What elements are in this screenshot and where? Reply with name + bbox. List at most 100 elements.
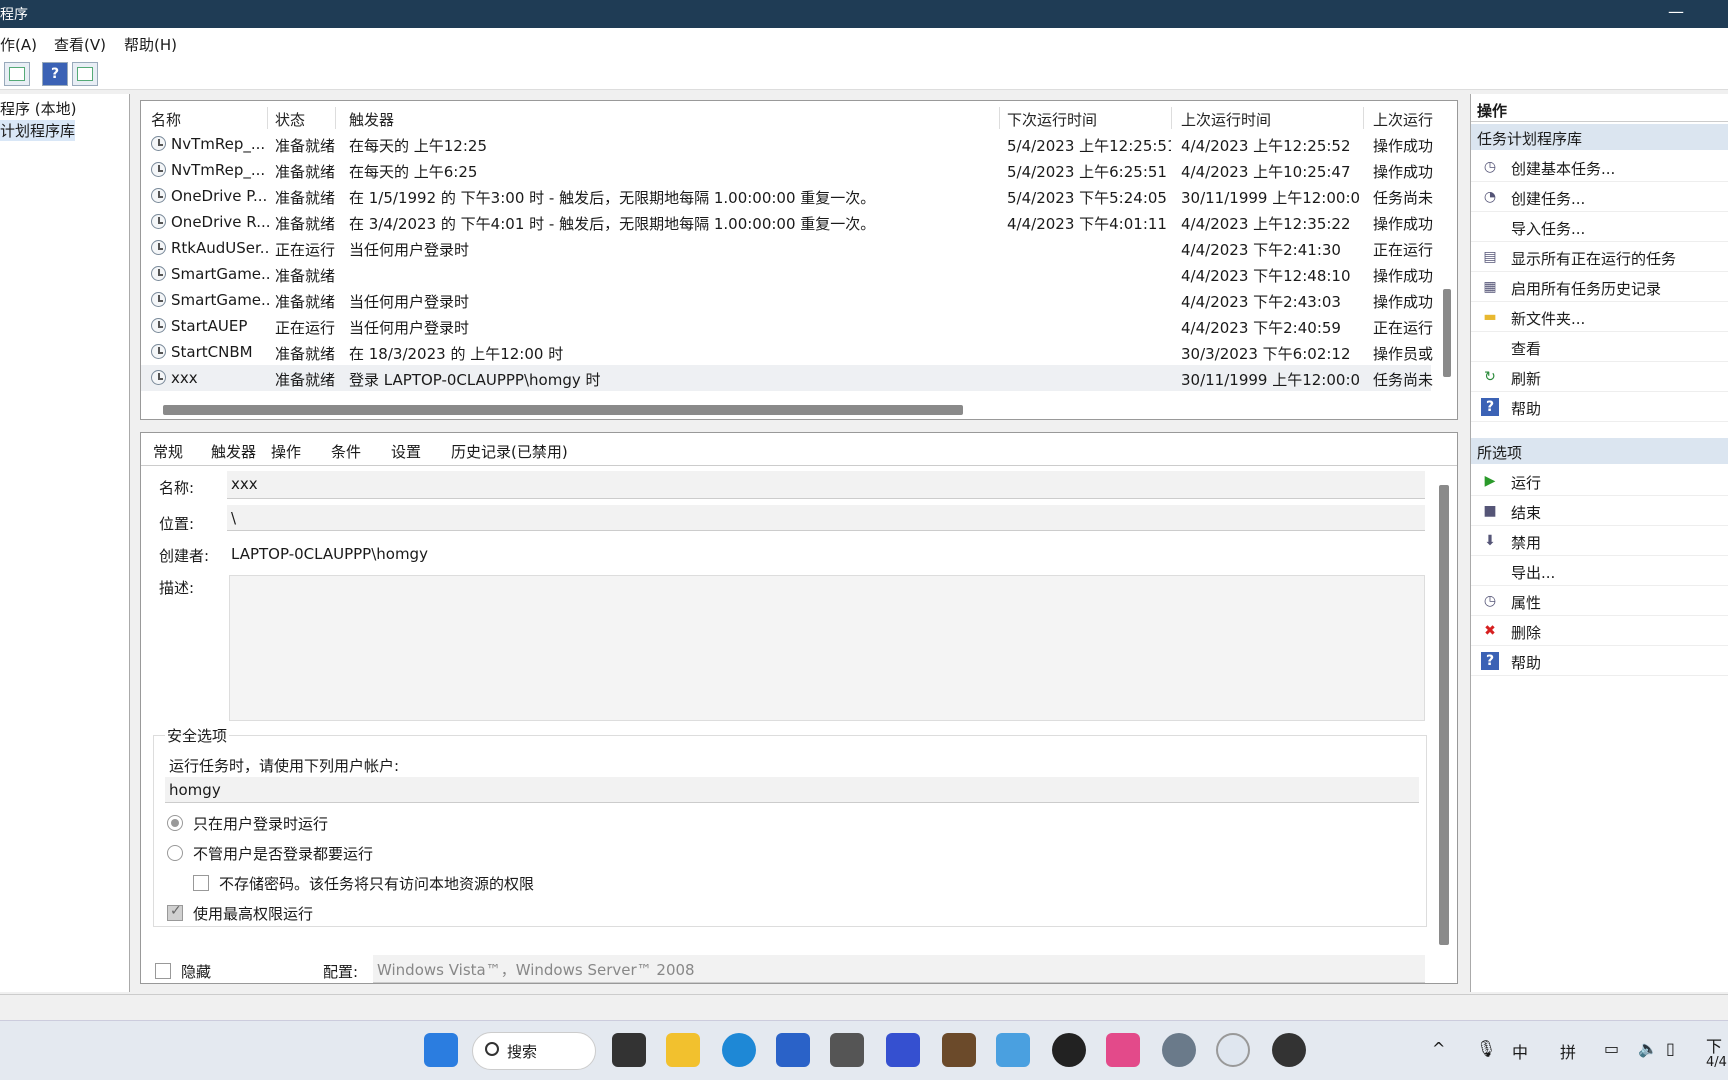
edge-icon[interactable] [722, 1033, 756, 1067]
configure-for-select[interactable]: Windows Vista™，Windows Server™ 2008 [373, 955, 1425, 983]
action-item[interactable]: ◔ 创建任务... [1471, 182, 1728, 212]
column-divider[interactable] [1171, 107, 1172, 129]
cell-next: 4/4/2023 下午4:01:11 [1007, 215, 1167, 233]
ime-mode[interactable]: 中 [1512, 1039, 1528, 1063]
chevron-up-icon[interactable]: ^ [1432, 1039, 1445, 1058]
detail-vertical-scrollbar[interactable] [1439, 485, 1449, 945]
action-item[interactable]: ▬ 新文件夹... [1471, 302, 1728, 332]
table-row[interactable]: RtkAudUSer... 正在运行 当任何用户登录时 4/4/2023 下午2:41… [141, 235, 1433, 261]
column-header-last-run[interactable]: 上次运行时间 [1181, 109, 1271, 130]
taskbar-search[interactable]: 搜索 [472, 1032, 596, 1070]
action-item[interactable]: ? 帮助 [1471, 646, 1728, 676]
actions-group-library[interactable]: 任务计划程序库 [1471, 124, 1728, 150]
tab-general[interactable]: 常规 [153, 441, 184, 462]
tree-item-task-library[interactable]: 计划程序库 [0, 120, 76, 141]
action-item[interactable]: ◷ 属性 [1471, 586, 1728, 616]
battery-icon[interactable]: ▯ [1666, 1039, 1675, 1058]
tab-actions[interactable]: 操作 [271, 441, 301, 462]
tab-settings[interactable]: 设置 [391, 441, 421, 462]
store-icon[interactable] [776, 1033, 810, 1067]
task-view-icon[interactable] [612, 1033, 646, 1067]
menu-action[interactable]: 作(A) [0, 34, 37, 55]
table-row[interactable]: OneDrive P... 准备就绪在 1/5/1992 的 下午3:00 时 -… [141, 183, 1433, 209]
column-header-last-result[interactable]: 上次运行 [1373, 109, 1439, 130]
column-divider[interactable] [335, 107, 336, 129]
settings-app-icon[interactable] [996, 1033, 1030, 1067]
table-row[interactable]: StartCNBM 准备就绪在 18/3/2023 的 上午12:00 时 30/3… [141, 339, 1433, 365]
show-hide-console-tree-button[interactable] [4, 62, 30, 86]
action-item[interactable]: ◷ 创建基本任务... [1471, 152, 1728, 182]
description-field[interactable] [229, 575, 1425, 721]
name-field[interactable]: xxx [227, 471, 1425, 499]
run-highest-privileges-checkbox[interactable] [167, 903, 183, 921]
table-row[interactable]: xxx 准备就绪 登录 LAPTOP-0CLAUPPP\homgy 时 30/11/1… [141, 365, 1433, 391]
column-header-trigger[interactable]: 触发器 [349, 109, 394, 130]
table-row[interactable]: NvTmRep_... 准备就绪 在每天的 上午12:25 5/4/2023 上午12… [141, 131, 1433, 157]
toolbar: ? [0, 58, 1728, 90]
tab-triggers[interactable]: 触发器 [211, 441, 256, 462]
help-button[interactable]: ? [42, 62, 68, 86]
cell-name: StartCNBM [171, 343, 253, 361]
action-item[interactable]: 查看 [1471, 332, 1728, 362]
column-divider[interactable] [1363, 107, 1364, 129]
tree-item-scheduler-local[interactable]: 程序 (本地) [0, 98, 76, 119]
app-icon[interactable] [1052, 1033, 1086, 1067]
table-row[interactable]: SmartGame... 准备就绪 当任何用户登录时 4/4/2023 下午2:43:… [141, 287, 1433, 313]
table-row[interactable]: SmartGame... 准备就绪 4/4/2023 下午12:48:10 操作成功 [141, 261, 1433, 287]
column-header-name[interactable]: 名称 [151, 109, 181, 130]
action-item[interactable]: ↻ 刷新 [1471, 362, 1728, 392]
title-bar: 程序 — [0, 0, 1728, 28]
ime-pinyin[interactable]: 拼 [1560, 1039, 1576, 1063]
action-label: 显示所有正在运行的任务 [1511, 250, 1677, 268]
menu-view[interactable]: 查看(V) [54, 34, 106, 55]
action-item[interactable]: ▦ 启用所有任务历史记录 [1471, 272, 1728, 302]
column-divider[interactable] [267, 107, 268, 129]
running-tasks-icon: ▤ [1483, 249, 1497, 265]
minecraft-icon[interactable] [942, 1033, 976, 1067]
action-item[interactable]: 导出... [1471, 556, 1728, 586]
task-scheduler-icon[interactable] [1216, 1033, 1250, 1067]
app-icon[interactable] [830, 1033, 864, 1067]
vertical-scrollbar[interactable] [1443, 289, 1451, 377]
action-item[interactable]: ▤ 显示所有正在运行的任务 [1471, 242, 1728, 272]
volume-icon[interactable]: 🔈 [1638, 1039, 1658, 1058]
action-item[interactable]: ✖ 删除 [1471, 616, 1728, 646]
start-icon[interactable] [424, 1033, 458, 1067]
run-only-logged-on-label: 只在用户登录时运行 [193, 815, 329, 833]
clock-time[interactable]: 下 [1706, 1033, 1722, 1057]
table-row[interactable]: NvTmRep_... 准备就绪 在每天的 上午6:25 5/4/2023 上午6:2… [141, 157, 1433, 183]
tab-conditions[interactable]: 条件 [331, 441, 361, 462]
hidden-checkbox[interactable] [155, 963, 171, 979]
column-header-next-run[interactable]: 下次运行时间 [1007, 109, 1097, 130]
app-icon[interactable] [886, 1033, 920, 1067]
table-row[interactable]: StartAUEP 正在运行 当任何用户登录时 4/4/2023 下午2:40:59 正… [141, 313, 1433, 339]
column-divider[interactable] [999, 107, 1000, 129]
tab-history[interactable]: 历史记录(已禁用) [451, 441, 568, 462]
action-item[interactable]: ▶ 运行 [1471, 466, 1728, 496]
run-only-logged-on-radio[interactable] [167, 815, 183, 831]
column-header-status[interactable]: 状态 [275, 109, 305, 130]
file-explorer-icon[interactable] [666, 1033, 700, 1067]
network-icon[interactable]: ▭ [1604, 1039, 1619, 1058]
action-item[interactable]: ■ 结束 [1471, 496, 1728, 526]
cell-status: 准备就绪 [275, 267, 336, 285]
cell-trigger: 在 3/4/2023 的 下午4:01 时 - 触发后，无限期地每隔 1.00:… [349, 215, 876, 233]
obs-icon[interactable] [1272, 1033, 1306, 1067]
show-hide-action-pane-button[interactable] [72, 62, 98, 86]
actions-group-selected[interactable]: 所选项 [1471, 438, 1728, 464]
minimize-button[interactable]: — [1668, 2, 1684, 21]
horizontal-scrollbar[interactable] [163, 405, 963, 415]
app-icon[interactable] [1106, 1033, 1140, 1067]
cell-result: 任务尚未 [1373, 371, 1434, 389]
action-item[interactable]: 导入任务... [1471, 212, 1728, 242]
properties-icon: ◷ [1483, 593, 1497, 609]
gear-icon[interactable] [1162, 1033, 1196, 1067]
run-whether-logged-on-radio[interactable] [167, 845, 183, 861]
menu-help[interactable]: 帮助(H) [124, 34, 177, 55]
microphone-icon[interactable]: 🎙 [1476, 1039, 1496, 1058]
action-item[interactable]: ⬇ 禁用 [1471, 526, 1728, 556]
clock-date[interactable]: 4/4 [1706, 1055, 1727, 1070]
action-item[interactable]: ? 帮助 [1471, 392, 1728, 422]
do-not-store-password-checkbox[interactable] [193, 875, 209, 891]
table-row[interactable]: OneDrive R... 准备就绪在 3/4/2023 的 下午4:01 时 -… [141, 209, 1433, 235]
